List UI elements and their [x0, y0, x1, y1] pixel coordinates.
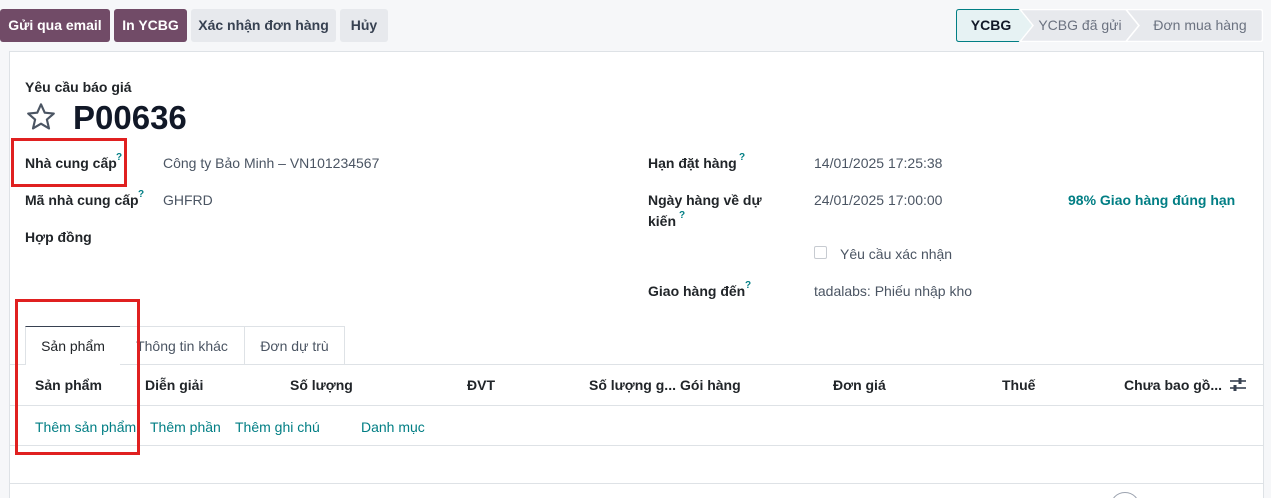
deliver-to-label: Giao hàng đến: [648, 283, 746, 299]
record-reference: P00636: [73, 99, 187, 136]
deliver-to-field[interactable]: tadalabs: Phiếu nhập kho: [814, 283, 972, 299]
expected-arrival-label-line2: kiến: [648, 213, 677, 229]
vendor-reference-field[interactable]: GHFRD: [163, 192, 213, 208]
stage-purchase-order[interactable]: Đơn mua hàng: [1142, 9, 1258, 42]
column-header-uom[interactable]: ĐVT: [467, 377, 495, 393]
highlight-vendor-label: [11, 138, 127, 187]
checkbox-icon[interactable]: [814, 246, 827, 259]
order-deadline-label: Hạn đặt hàng: [648, 155, 737, 171]
control-panel: Gửi qua email In YCBG Xác nhận đơn hàng …: [0, 0, 1271, 50]
expected-arrival-help-icon[interactable]: ?: [679, 210, 685, 221]
column-header-packaging[interactable]: Gói hàng: [680, 377, 741, 393]
print-rfq-button[interactable]: In YCBG: [114, 9, 187, 42]
order-deadline-help-icon[interactable]: ?: [739, 152, 745, 163]
order-deadline-field[interactable]: 14/01/2025 17:25:38: [814, 155, 942, 171]
add-note-link[interactable]: Thêm ghi chú: [235, 419, 320, 435]
optional-columns-icon[interactable]: [1229, 377, 1247, 393]
on-time-delivery-badge: 98% Giao hàng đúng hạn: [1068, 192, 1236, 208]
status-bar: YCBG YCBG đã gửi Đơn mua hàng: [956, 9, 1263, 42]
form-subtitle: Yêu cầu báo giá: [25, 79, 132, 95]
vendor-field[interactable]: Công ty Bảo Minh – VN101234567: [163, 155, 379, 171]
cancel-button[interactable]: Hủy: [340, 9, 388, 42]
confirm-order-button[interactable]: Xác nhận đơn hàng: [191, 9, 336, 42]
expected-arrival-field[interactable]: 24/01/2025 17:00:00: [814, 192, 942, 208]
table-header-divider: [10, 405, 1263, 406]
stage-rfq[interactable]: YCBG: [956, 9, 1026, 42]
column-header-taxes[interactable]: Thuế: [1002, 377, 1035, 393]
add-section-link[interactable]: Thêm phần: [150, 419, 221, 435]
vendor-reference-help-icon[interactable]: ?: [138, 189, 144, 200]
highlight-products-tab: [15, 299, 140, 455]
contract-label: Hợp đồng: [25, 229, 92, 245]
send-email-button[interactable]: Gửi qua email: [0, 9, 110, 42]
vendor-reference-label: Mã nhà cung cấp: [25, 192, 139, 208]
ask-confirmation-label: Yêu cầu xác nhận: [840, 246, 953, 262]
stage-rfq-sent[interactable]: YCBG đã gửi: [1032, 9, 1128, 42]
column-header-quantity[interactable]: Số lượng: [290, 377, 353, 393]
catalog-link[interactable]: Danh mục: [361, 419, 425, 435]
table-footer-divider: [10, 445, 1263, 446]
star-icon[interactable]: [24, 101, 58, 133]
column-header-received-qty[interactable]: Số lượng g...: [589, 377, 676, 393]
column-header-description[interactable]: Diễn giải: [145, 377, 203, 393]
column-header-subtotal[interactable]: Chưa bao gồ...: [1124, 377, 1222, 393]
deliver-to-help-icon[interactable]: ?: [745, 280, 751, 291]
section-divider: [10, 483, 1263, 484]
column-header-unit-price[interactable]: Đơn giá: [833, 377, 886, 393]
expected-arrival-label: Ngày hàng về dự: [648, 192, 762, 208]
tab-alternatives[interactable]: Đơn dự trù: [244, 326, 345, 364]
